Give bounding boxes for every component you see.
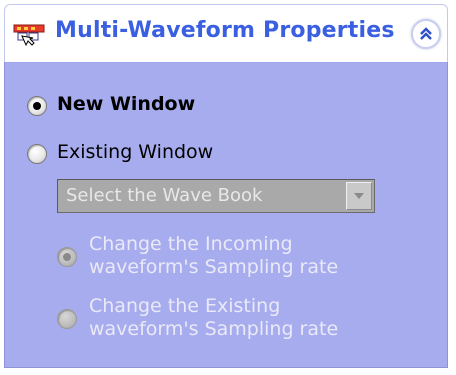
panel-title: Multi-Waveform Properties: [55, 18, 395, 43]
change-incoming-rate-radio[interactable]: [57, 247, 77, 267]
existing-window-label[interactable]: Existing Window: [57, 141, 213, 163]
change-existing-rate-radio[interactable]: [57, 309, 77, 329]
change-incoming-rate-label[interactable]: Change the Incoming waveform's Sampling …: [89, 233, 379, 279]
new-window-label[interactable]: New Window: [57, 93, 195, 115]
panel-header[interactable]: Multi-Waveform Properties: [4, 4, 448, 62]
panel-body: New Window Existing Window Select the Wa…: [4, 62, 448, 368]
chevron-down-icon: [354, 193, 364, 199]
double-chevron-up-icon: [420, 27, 432, 40]
wave-book-select-placeholder: Select the Wave Book: [66, 185, 263, 206]
wave-book-select[interactable]: Select the Wave Book: [57, 179, 375, 213]
waveform-properties-icon: [13, 22, 47, 48]
radio-selected-dot: [63, 253, 71, 261]
new-window-radio[interactable]: [27, 96, 47, 116]
change-existing-rate-label[interactable]: Change the Existing waveform's Sampling …: [89, 295, 379, 341]
collapse-button[interactable]: [411, 19, 441, 49]
radio-selected-dot: [33, 102, 41, 110]
existing-window-radio[interactable]: [27, 144, 47, 164]
multi-waveform-properties-panel: Multi-Waveform Properties New Window Exi…: [4, 4, 448, 368]
dropdown-button[interactable]: [346, 182, 372, 210]
